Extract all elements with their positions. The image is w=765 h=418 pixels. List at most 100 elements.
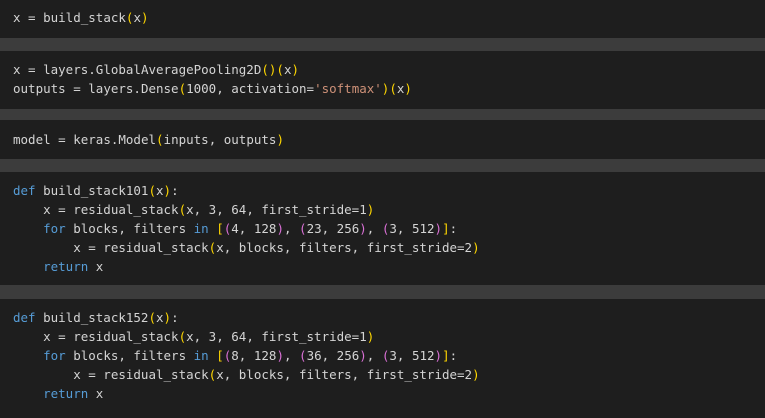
code-line: for blocks, filters in [(8, 128), (36, 2… bbox=[13, 346, 457, 365]
code-token: x bbox=[88, 259, 104, 274]
code-token: blocks, filters bbox=[65, 348, 194, 363]
code-token: in bbox=[193, 348, 209, 363]
code-token: ) bbox=[359, 348, 367, 363]
code-token: ) bbox=[276, 348, 284, 363]
code-token: [ bbox=[216, 348, 224, 363]
code-line: x = residual_stack(x, 3, 64, first_strid… bbox=[13, 200, 374, 219]
code-token: x bbox=[156, 310, 164, 325]
code-token: 23, 256 bbox=[306, 221, 360, 236]
code-line: for blocks, filters in [(4, 128), (23, 2… bbox=[13, 219, 457, 238]
code-token: x, blocks, filters, first_stride=2 bbox=[216, 367, 473, 382]
code-token: 3, 512 bbox=[389, 348, 435, 363]
code-token: ) bbox=[140, 10, 149, 25]
code-token: , bbox=[366, 221, 382, 236]
code-cell-3[interactable]: model = keras.Model(inputs, outputs) bbox=[0, 120, 765, 159]
code-token: = bbox=[20, 62, 44, 77]
code-line: x = layers.GlobalAveragePooling2D()(x) bbox=[13, 60, 299, 79]
code-token: ) bbox=[366, 329, 375, 344]
code-token: ) bbox=[276, 132, 284, 147]
code-token: : bbox=[449, 348, 458, 363]
code-token: 3, 512 bbox=[389, 221, 435, 236]
code-token: , bbox=[366, 348, 382, 363]
code-token: [ bbox=[216, 221, 224, 236]
code-token: : bbox=[449, 221, 458, 236]
code-token: 4, 128 bbox=[231, 221, 277, 236]
code-line: def build_stack152(x): bbox=[13, 308, 179, 327]
code-token: ) bbox=[404, 81, 412, 96]
code-token: x bbox=[133, 10, 141, 25]
code-token: ] bbox=[442, 221, 450, 236]
code-token: return bbox=[43, 259, 89, 274]
code-token: outputs bbox=[13, 81, 66, 96]
code-token: x bbox=[88, 386, 104, 401]
code-line: x = build_stack(x) bbox=[13, 8, 149, 27]
code-token: ) bbox=[291, 62, 300, 77]
code-token: 8, 128 bbox=[231, 348, 277, 363]
code-token: def bbox=[13, 310, 36, 325]
code-line: x = residual_stack(x, 3, 64, first_strid… bbox=[13, 327, 374, 346]
code-token: ) bbox=[359, 221, 367, 236]
code-token: x = residual_stack bbox=[13, 329, 179, 344]
code-cell-5[interactable]: def build_stack152(x): x = residual_stac… bbox=[0, 299, 765, 418]
code-token: ] bbox=[442, 348, 450, 363]
code-token: build_stack152 bbox=[35, 310, 149, 325]
code-line: outputs = layers.Dense(1000, activation=… bbox=[13, 79, 412, 98]
code-token: x bbox=[156, 183, 164, 198]
code-token: x = residual_stack bbox=[13, 202, 179, 217]
code-token: keras.Model bbox=[73, 132, 157, 147]
code-token: x = residual_stack bbox=[13, 240, 209, 255]
code-token: ( bbox=[299, 221, 307, 236]
code-token: ) bbox=[163, 310, 172, 325]
code-token: x, 3, 64, first_stride=1 bbox=[186, 329, 367, 344]
code-token: x, 3, 64, first_stride=1 bbox=[186, 202, 367, 217]
code-token: = bbox=[50, 132, 74, 147]
code-token: ( bbox=[178, 202, 187, 217]
code-token: in bbox=[193, 221, 209, 236]
code-token: blocks, filters bbox=[65, 221, 194, 236]
code-token: x bbox=[13, 62, 21, 77]
code-line: def build_stack101(x): bbox=[13, 181, 179, 200]
code-token: build_stack bbox=[43, 10, 126, 25]
code-token: ( bbox=[389, 81, 397, 96]
code-token: ) bbox=[434, 221, 443, 236]
code-token: for bbox=[43, 348, 66, 363]
code-token: : bbox=[171, 183, 179, 198]
code-token: ( bbox=[299, 348, 307, 363]
code-token: build_stack101 bbox=[35, 183, 149, 198]
code-token: () bbox=[261, 62, 277, 77]
code-token: , bbox=[283, 221, 300, 236]
code-cell-2[interactable]: x = layers.GlobalAveragePooling2D()(x) o… bbox=[0, 51, 765, 109]
code-token: return bbox=[43, 386, 89, 401]
code-token: ) bbox=[472, 240, 480, 255]
code-token: x bbox=[13, 10, 21, 25]
code-token: for bbox=[43, 221, 66, 236]
code-token: layers.GlobalAveragePooling2D bbox=[43, 62, 262, 77]
code-token: ( bbox=[148, 310, 156, 325]
code-token: : bbox=[171, 310, 179, 325]
code-line: return x bbox=[13, 257, 103, 276]
code-token: ( bbox=[276, 62, 284, 77]
code-token: ) bbox=[276, 221, 284, 236]
code-token: ( bbox=[156, 132, 164, 147]
code-token: 36, 256 bbox=[306, 348, 360, 363]
code-token: x, blocks, filters, first_stride=2 bbox=[216, 240, 473, 255]
code-token: model bbox=[13, 132, 51, 147]
code-line: x = residual_stack(x, blocks, filters, f… bbox=[13, 238, 480, 257]
notebook-page: x = build_stack(x) x = layers.GlobalAver… bbox=[0, 0, 765, 418]
code-token: 'softmax' bbox=[314, 81, 382, 96]
code-token: ) bbox=[163, 183, 172, 198]
code-cell-1[interactable]: x = build_stack(x) bbox=[0, 0, 765, 38]
code-token: = bbox=[20, 10, 44, 25]
code-token: ) bbox=[366, 202, 375, 217]
code-token: ) bbox=[434, 348, 443, 363]
code-token: , bbox=[283, 348, 300, 363]
code-line: return x bbox=[13, 384, 103, 403]
code-line: x = residual_stack(x, blocks, filters, f… bbox=[13, 365, 479, 384]
code-token: ( bbox=[178, 329, 187, 344]
code-line: model = keras.Model(inputs, outputs) bbox=[13, 130, 284, 149]
code-cell-4[interactable]: def build_stack101(x): x = residual_stac… bbox=[0, 172, 765, 285]
